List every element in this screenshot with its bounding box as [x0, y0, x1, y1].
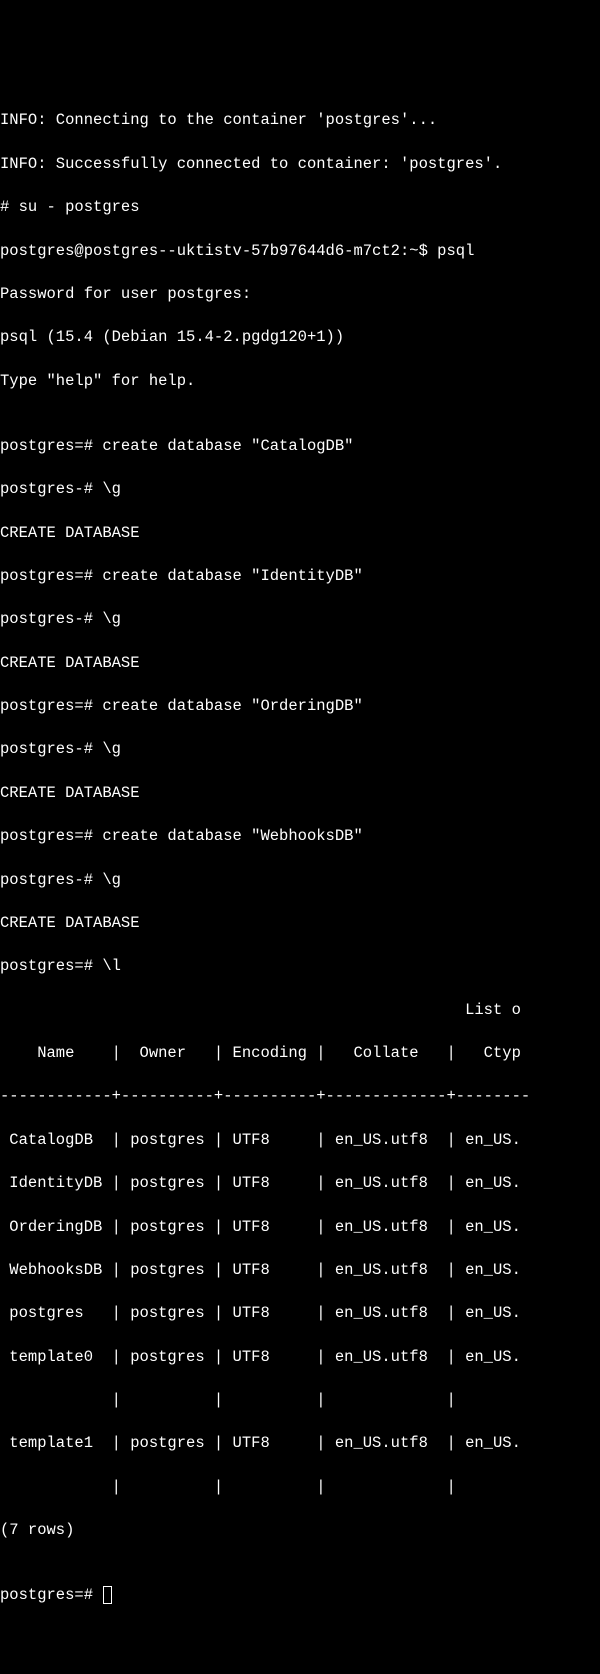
psql-command: postgres-# \g — [0, 609, 600, 631]
info-line: INFO: Successfully connected to containe… — [0, 154, 600, 176]
psql-help-hint: Type "help" for help. — [0, 371, 600, 393]
table-header: Name | Owner | Encoding | Collate | Ctyp — [0, 1043, 600, 1065]
password-prompt: Password for user postgres: — [0, 284, 600, 306]
psql-response: CREATE DATABASE — [0, 783, 600, 805]
cursor-icon — [103, 1586, 112, 1604]
table-title: List o — [0, 1000, 600, 1022]
table-divider: ------------+----------+----------+-----… — [0, 1086, 600, 1108]
psql-command: postgres=# create database "IdentityDB" — [0, 566, 600, 588]
psql-response: CREATE DATABASE — [0, 523, 600, 545]
table-row: postgres | postgres | UTF8 | en_US.utf8 … — [0, 1303, 600, 1325]
psql-response: CREATE DATABASE — [0, 913, 600, 935]
psql-command: postgres-# \g — [0, 739, 600, 761]
table-row: IdentityDB | postgres | UTF8 | en_US.utf… — [0, 1173, 600, 1195]
psql-prompt-active[interactable]: postgres=# — [0, 1585, 600, 1607]
table-row: OrderingDB | postgres | UTF8 | en_US.utf… — [0, 1217, 600, 1239]
table-row-cont: | | | | — [0, 1477, 600, 1499]
psql-prompt-text: postgres=# — [0, 1586, 102, 1604]
table-row: CatalogDB | postgres | UTF8 | en_US.utf8… — [0, 1130, 600, 1152]
table-row: template0 | postgres | UTF8 | en_US.utf8… — [0, 1347, 600, 1369]
table-row-cont: | | | | — [0, 1390, 600, 1412]
psql-command: postgres=# \l — [0, 956, 600, 978]
psql-command: postgres-# \g — [0, 870, 600, 892]
info-line: INFO: Connecting to the container 'postg… — [0, 110, 600, 132]
psql-response: CREATE DATABASE — [0, 653, 600, 675]
table-row: template1 | postgres | UTF8 | en_US.utf8… — [0, 1433, 600, 1455]
shell-prompt: postgres@postgres--uktistv-57b97644d6-m7… — [0, 241, 600, 263]
psql-command: postgres=# create database "CatalogDB" — [0, 436, 600, 458]
psql-command: postgres=# create database "OrderingDB" — [0, 696, 600, 718]
shell-command: # su - postgres — [0, 197, 600, 219]
psql-version: psql (15.4 (Debian 15.4-2.pgdg120+1)) — [0, 327, 600, 349]
psql-command: postgres-# \g — [0, 479, 600, 501]
terminal-output[interactable]: INFO: Connecting to the container 'postg… — [0, 89, 600, 1629]
table-row: WebhooksDB | postgres | UTF8 | en_US.utf… — [0, 1260, 600, 1282]
row-count: (7 rows) — [0, 1520, 600, 1542]
